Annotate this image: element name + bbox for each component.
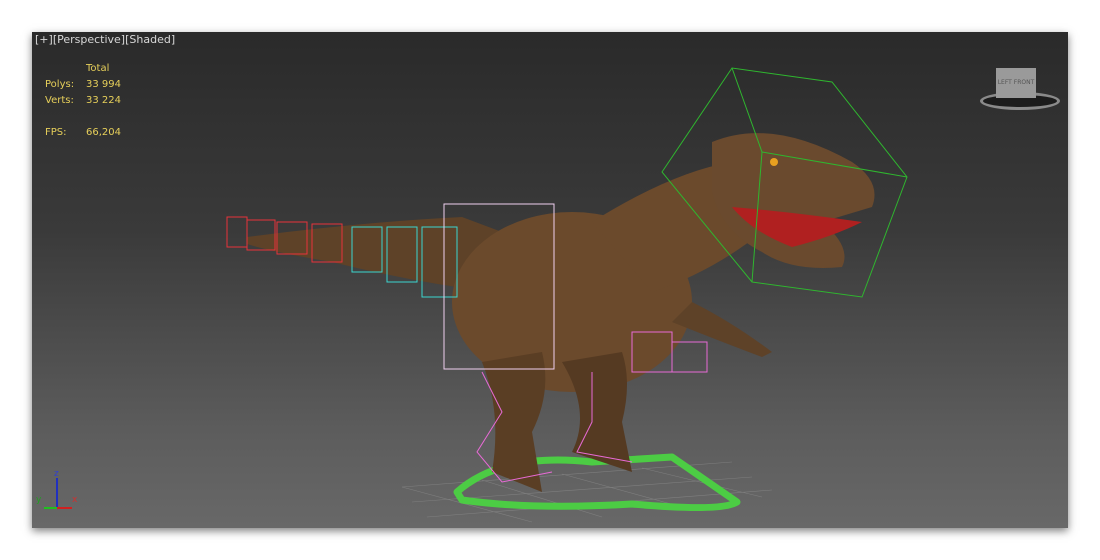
- axis-y-label: y: [36, 495, 42, 505]
- axis-z-label: z: [54, 469, 59, 479]
- stats-header: Total: [86, 63, 110, 74]
- dino-leg-right: [562, 352, 632, 472]
- polys-value: 33 994: [86, 79, 121, 90]
- viewcube-left-label: LEFT: [997, 79, 1012, 86]
- axis-tripod-icon: z y x: [36, 469, 78, 509]
- dino-arm: [672, 302, 772, 357]
- verts-value: 33 224: [86, 95, 121, 106]
- viewport-pov-menu[interactable]: [Perspective]: [53, 33, 125, 46]
- axis-x-label: x: [72, 495, 78, 505]
- fps-label: FPS:: [45, 127, 67, 138]
- viewport-label-menu[interactable]: [+][Perspective][Shaded]: [35, 33, 175, 46]
- perspective-viewport[interactable]: [+][Perspective][Shaded] Total Polys: 33…: [32, 32, 1068, 528]
- scene-canvas[interactable]: [32, 32, 1068, 528]
- polys-label: Polys:: [45, 79, 75, 90]
- viewcube-front-label: FRONT: [1013, 79, 1035, 86]
- viewcube-face[interactable]: LEFT FRONT: [996, 68, 1036, 98]
- fps-value: 66,204: [86, 127, 121, 138]
- viewport-shading-menu[interactable]: [Shaded]: [125, 33, 175, 46]
- viewport-plus-menu[interactable]: [+]: [35, 33, 53, 46]
- viewcube[interactable]: LEFT FRONT: [978, 66, 1060, 110]
- verts-label: Verts:: [45, 95, 74, 106]
- dino-eye: [770, 158, 778, 166]
